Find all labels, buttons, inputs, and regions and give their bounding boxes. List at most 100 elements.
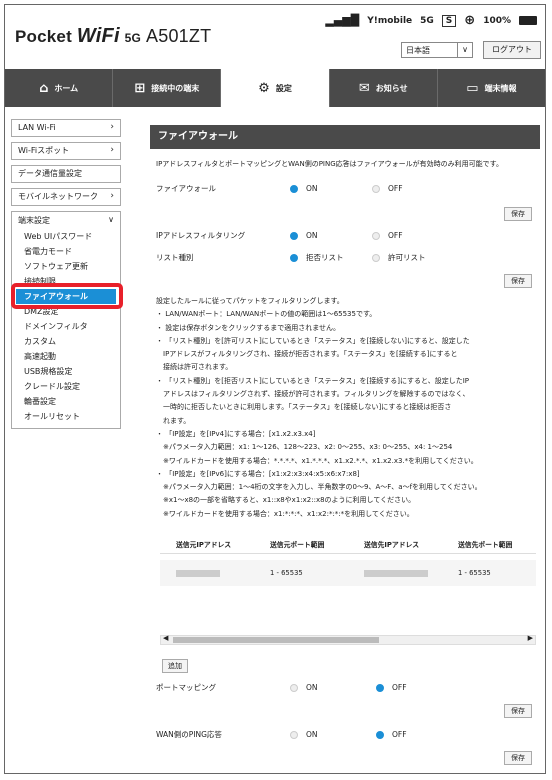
filter-rules-text: 設定したルールに従ってパケットをフィルタリングします。 ・ LAN/WANポート… bbox=[156, 295, 536, 521]
radio-label: 許可リスト bbox=[388, 253, 426, 262]
logo: Pocket WiFi 5G A501ZT bbox=[15, 25, 211, 48]
sidebar-item-domain-filter[interactable]: ドメインフィルタ bbox=[12, 319, 120, 334]
devices-icon: ⊞ bbox=[134, 80, 146, 96]
ping-label: WAN側のPING応答 bbox=[156, 730, 222, 739]
logo-brand: WiFi bbox=[76, 25, 120, 47]
rule-line: ・ 設定は保存ボタンをクリックするまで適用されません。 bbox=[156, 323, 341, 332]
save-button[interactable]: 保存 bbox=[504, 751, 532, 765]
table-cell bbox=[348, 560, 442, 586]
rule-line: ※ワイルドカードを使用する場合：x1:*:*:*、x1:x2:*:*:*を利用し… bbox=[156, 509, 414, 518]
radio-dot bbox=[372, 232, 380, 240]
sidebar-item-wifi-spot[interactable]: Wi-Fiスポット › bbox=[11, 142, 121, 160]
table-row[interactable]: 1 - 65535 1 - 65535 bbox=[160, 560, 536, 586]
firewall-on-radio[interactable]: ON bbox=[290, 182, 318, 196]
sidebar-item-mobile-network[interactable]: モバイルネットワーク › bbox=[11, 188, 121, 206]
ping-row: WAN側のPING応答 ON OFF bbox=[156, 728, 536, 742]
chevron-down-icon: ∨ bbox=[457, 43, 472, 57]
radio-dot bbox=[290, 232, 298, 240]
chevron-right-icon: › bbox=[110, 145, 114, 155]
sidebar-item-power-saving[interactable]: 省電力モード bbox=[12, 244, 120, 259]
scroll-thumb[interactable] bbox=[173, 637, 379, 643]
column-header: 送信元IPアドレス bbox=[176, 541, 232, 549]
tab-settings[interactable]: ⚙ 設定 bbox=[221, 69, 330, 107]
radio-dot bbox=[290, 185, 298, 193]
radio-label: OFF bbox=[392, 730, 407, 739]
sidebar-item-label: データ通信量設定 bbox=[18, 169, 82, 178]
chevron-down-icon: ∨ bbox=[108, 215, 114, 224]
listtype-row: リスト種別 拒否リスト 許可リスト bbox=[156, 251, 536, 265]
sidebar-item-firewall[interactable]: ファイアウォール bbox=[11, 283, 123, 309]
tab-home[interactable]: ⌂ ホーム bbox=[5, 69, 114, 107]
highlight-ring bbox=[11, 283, 123, 309]
radio-label: 拒否リスト bbox=[306, 253, 344, 262]
sidebar-item-reset[interactable]: オールリセット bbox=[12, 409, 120, 424]
ping-on-radio[interactable]: ON bbox=[290, 728, 318, 742]
logo-model: A501ZT bbox=[146, 26, 212, 46]
rule-line: ・ LAN/WANポート：LAN/WANポートの値の範囲は1～65535です。 bbox=[156, 310, 377, 319]
column-header: 送信先IPアドレス bbox=[364, 541, 420, 549]
listtype-label: リスト種別 bbox=[156, 253, 194, 262]
firewall-off-radio[interactable]: OFF bbox=[372, 182, 403, 196]
main-content: ファイアウォール IPアドレスフィルタとポートマッピングとWAN側のPING応答… bbox=[150, 125, 540, 765]
rule-line: 設定したルールに従ってパケットをフィルタリングします。 bbox=[156, 297, 344, 305]
save-button[interactable]: 保存 bbox=[504, 704, 532, 718]
sidebar-item-software-update[interactable]: ソフトウェア更新 bbox=[12, 259, 120, 274]
tab-settings-label: 設定 bbox=[275, 83, 292, 93]
sidebar-item-rotation[interactable]: 輪番設定 bbox=[12, 394, 120, 409]
tab-devices[interactable]: ⊞ 接続中の端末 bbox=[113, 69, 222, 107]
sidebar-item-label: LAN Wi-Fi bbox=[18, 123, 56, 132]
language-value: 日本語 bbox=[406, 46, 430, 55]
logout-button[interactable]: ログアウト bbox=[483, 41, 541, 59]
radio-dot bbox=[290, 731, 298, 739]
portmap-label: ポートマッピング bbox=[156, 683, 216, 692]
tab-device-info[interactable]: ▭ 端末情報 bbox=[438, 69, 545, 107]
save-button[interactable]: 保存 bbox=[504, 207, 532, 221]
ipfilter-on-radio[interactable]: ON bbox=[290, 229, 318, 243]
table-cell bbox=[160, 560, 254, 586]
sidebar-item-custom[interactable]: カスタム bbox=[12, 334, 120, 349]
table-cell: 1 - 65535 bbox=[458, 569, 491, 577]
radio-label: OFF bbox=[392, 683, 407, 692]
portmap-off-radio[interactable]: OFF bbox=[376, 681, 407, 695]
rule-line: れます。 bbox=[156, 416, 191, 425]
tab-news[interactable]: ✉ お知らせ bbox=[330, 69, 438, 107]
add-button[interactable]: 追加 bbox=[162, 659, 188, 673]
sidebar-item-cradle[interactable]: クレードル設定 bbox=[12, 379, 120, 394]
ipfilter-label: IPアドレスフィルタリング bbox=[156, 231, 246, 240]
sidebar-item-fast-boot[interactable]: 高速起動 bbox=[12, 349, 120, 364]
sidebar-group-device-settings[interactable]: 端末設定 ∨ bbox=[11, 211, 121, 229]
table-scrollbar[interactable]: ◀ ▶ bbox=[160, 634, 536, 645]
scroll-left-icon[interactable]: ◀ bbox=[163, 634, 168, 642]
ipfilter-off-radio[interactable]: OFF bbox=[372, 229, 403, 243]
column-header: 送信先ポート範囲 bbox=[458, 541, 513, 549]
sidebar-item-lan-wifi[interactable]: LAN Wi-Fi › bbox=[11, 119, 121, 137]
rule-line: ・ 「リスト種別」を[許可リスト]にしているとき「ステータス」を[接続しない]に… bbox=[156, 336, 470, 345]
firewall-label: ファイアウォール bbox=[156, 184, 216, 193]
language-select[interactable]: 日本語 ∨ bbox=[401, 42, 473, 58]
rule-line: ・ 「IP設定」を[IPv4]にする場合：[x1.x2.x3.x4] bbox=[156, 429, 316, 438]
sidebar-sublist: Web UIパスワード 省電力モード ソフトウェア更新 接続制限 ファイアウォー… bbox=[11, 229, 123, 429]
chevron-right-icon: › bbox=[110, 122, 114, 132]
firewall-row: ファイアウォール ON OFF bbox=[156, 182, 536, 196]
sidebar-item-data-usage[interactable]: データ通信量設定 bbox=[11, 165, 121, 183]
battery-icon bbox=[519, 16, 537, 25]
allow-list-radio[interactable]: 許可リスト bbox=[372, 251, 426, 265]
portmap-on-radio[interactable]: ON bbox=[290, 681, 318, 695]
sidebar-item-usb[interactable]: USB規格設定 bbox=[12, 364, 120, 379]
header: Pocket WiFi 5G A501ZT ▂▄▆█ Y!mobile 5G S… bbox=[5, 5, 545, 69]
redacted-ip bbox=[364, 569, 428, 577]
carrier-label: Y!mobile bbox=[367, 15, 413, 26]
save-button[interactable]: 保存 bbox=[504, 274, 532, 288]
rule-line: 一時的に拒否したいときに利用します。「ステータス」を[接続しない]にすると接続は… bbox=[156, 403, 452, 412]
gear-icon: ⚙ bbox=[258, 80, 270, 96]
rule-line: 接続は許可されます。 bbox=[156, 363, 233, 372]
portmap-row: ポートマッピング ON OFF bbox=[156, 681, 536, 695]
scroll-right-icon[interactable]: ▶ bbox=[528, 634, 533, 642]
radio-dot bbox=[376, 684, 384, 692]
ping-off-radio[interactable]: OFF bbox=[376, 728, 407, 742]
sidebar-item-webui-password[interactable]: Web UIパスワード bbox=[12, 229, 120, 244]
globe-icon: ⊕ bbox=[464, 13, 476, 28]
radio-label: OFF bbox=[388, 184, 403, 193]
rule-line: ・ 「リスト種別」を[拒否リスト]にしているとき「ステータス」を[接続する]にす… bbox=[156, 376, 470, 385]
deny-list-radio[interactable]: 拒否リスト bbox=[290, 251, 344, 265]
